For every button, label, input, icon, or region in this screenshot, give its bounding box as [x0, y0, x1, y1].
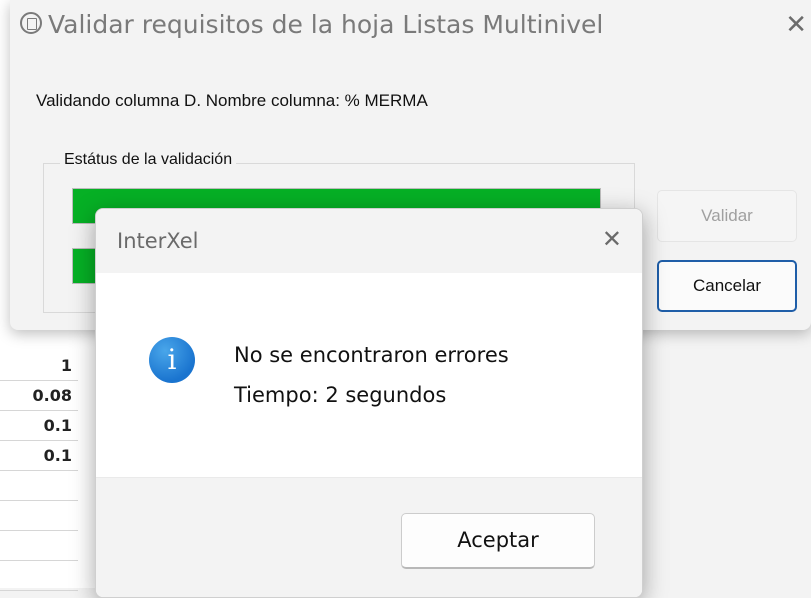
cell-value[interactable]: 0.08: [0, 381, 78, 411]
empty-cell[interactable]: [0, 561, 78, 591]
cell-value[interactable]: 0.1: [0, 441, 78, 471]
cancel-button[interactable]: Cancelar: [657, 260, 797, 312]
cell-value[interactable]: 0.1: [0, 411, 78, 441]
app-icon: [20, 12, 42, 34]
info-icon: i: [149, 337, 195, 383]
empty-cell[interactable]: [0, 501, 78, 531]
message-text-line1: No se encontraron errores: [234, 343, 509, 367]
empty-cell[interactable]: [0, 531, 78, 561]
message-text-line2: Tiempo: 2 segundos: [234, 383, 447, 407]
empty-cell[interactable]: [0, 471, 78, 501]
close-icon[interactable]: ✕: [785, 10, 807, 40]
message-titlebar: InterXel ✕: [96, 209, 642, 273]
close-icon[interactable]: ✕: [602, 225, 622, 253]
message-box: InterXel ✕ i No se encontraron errores T…: [95, 208, 643, 598]
cell-value[interactable]: 1: [0, 351, 78, 381]
validate-button[interactable]: Validar: [657, 190, 797, 242]
validation-status-text: Validando columna D. Nombre columna: % M…: [36, 91, 428, 110]
ok-button[interactable]: Aceptar: [401, 513, 595, 569]
group-label: Estátus de la validación: [60, 151, 237, 169]
message-title: InterXel: [117, 229, 199, 253]
window-title: Validar requisitos de la hoja Listas Mul…: [48, 10, 604, 39]
